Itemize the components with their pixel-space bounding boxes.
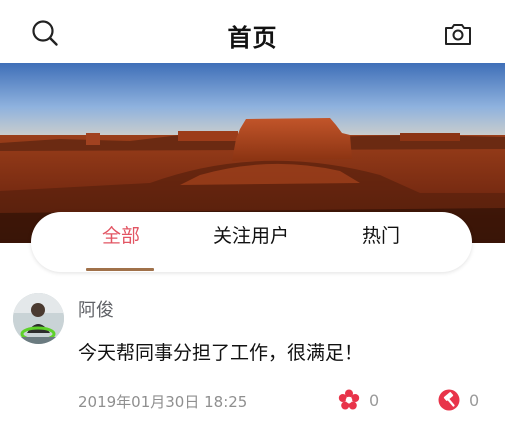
hammer-count: 0 xyxy=(469,391,480,410)
avatar[interactable] xyxy=(13,293,64,344)
like-count: 0 xyxy=(369,391,380,410)
tab-hot[interactable]: 热门 xyxy=(336,212,426,272)
tab-following[interactable]: 关注用户 xyxy=(206,212,296,272)
tab-all[interactable]: 全部 xyxy=(76,212,166,272)
camera-icon[interactable] xyxy=(443,19,473,49)
feed-tab-bar: 全部 关注用户 热门 xyxy=(31,212,472,272)
post-content: 今天帮同事分担了工作，很满足！ xyxy=(78,342,364,364)
hammer-icon[interactable] xyxy=(438,389,460,411)
top-nav-bar: 首页 xyxy=(0,0,505,63)
post-username[interactable]: 阿俊 xyxy=(78,296,114,322)
page-title: 首页 xyxy=(227,24,278,52)
post-timestamp: 2019年01月30日 18:25 xyxy=(78,393,248,411)
flower-like-icon[interactable] xyxy=(338,389,360,411)
active-tab-indicator xyxy=(86,268,154,271)
